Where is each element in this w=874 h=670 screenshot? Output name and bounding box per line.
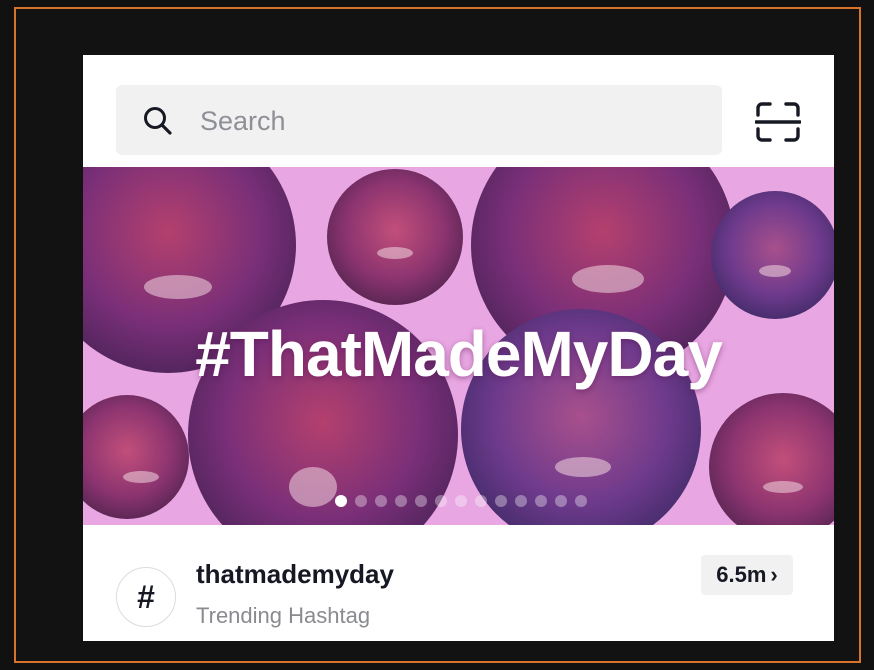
app-screen: #ThatMadeMyDay # thatmademyday Trending … — [83, 55, 834, 641]
carousel-dot[interactable] — [335, 495, 347, 507]
banner-title: #ThatMadeMyDay — [195, 318, 723, 390]
window-frame: #ThatMadeMyDay # thatmademyday Trending … — [14, 7, 861, 663]
hashtag-subtitle: Trending Hashtag — [196, 603, 371, 628]
carousel-dot[interactable] — [475, 495, 487, 507]
carousel-dot[interactable] — [575, 495, 587, 507]
scan-icon[interactable] — [755, 101, 801, 143]
carousel-dot[interactable] — [495, 495, 507, 507]
chevron-right-icon: › — [770, 562, 778, 587]
carousel-dot[interactable] — [535, 495, 547, 507]
face-photo — [711, 191, 834, 319]
carousel-dot[interactable] — [395, 495, 407, 507]
carousel-dot[interactable] — [555, 495, 567, 507]
view-count: 6.5m — [716, 562, 767, 587]
carousel-dot[interactable] — [455, 495, 467, 507]
hashtag-banner[interactable]: #ThatMadeMyDay — [83, 167, 834, 525]
carousel-dot[interactable] — [435, 495, 447, 507]
carousel-indicator — [335, 495, 587, 507]
carousel-dot[interactable] — [375, 495, 387, 507]
view-count-button[interactable]: 6.5m › — [701, 555, 793, 595]
hashtag-row[interactable]: # thatmademyday Trending Hashtag 6.5m › — [83, 525, 834, 641]
carousel-dot[interactable] — [415, 495, 427, 507]
carousel-dot[interactable] — [355, 495, 367, 507]
search-icon — [144, 107, 172, 135]
search-bar[interactable] — [116, 85, 722, 155]
carousel-dot[interactable] — [515, 495, 527, 507]
hashtag-icon: # — [116, 567, 176, 627]
face-photo — [327, 169, 463, 305]
search-input[interactable] — [200, 105, 680, 137]
hashtag-glyph: # — [137, 578, 155, 615]
hashtag-name[interactable]: thatmademyday — [196, 559, 394, 590]
